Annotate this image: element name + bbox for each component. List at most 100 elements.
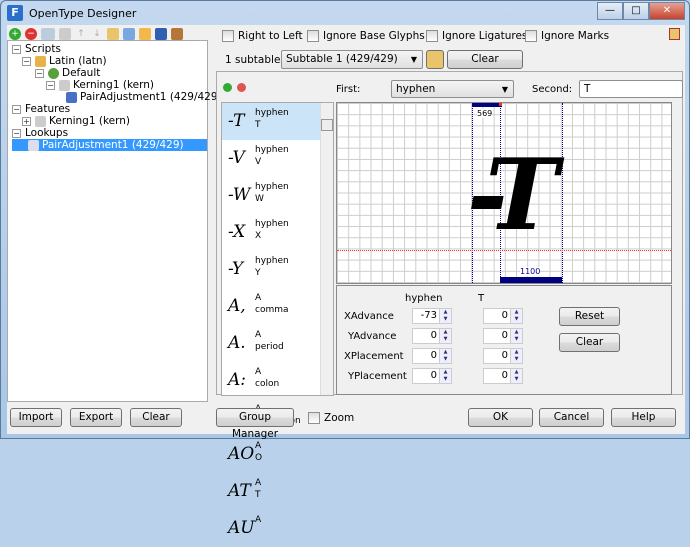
pair-glyph-preview: AU: [228, 518, 255, 538]
second-value-spinner[interactable]: 0 ▲ ▼: [483, 328, 523, 344]
reset-button[interactable]: Reset: [559, 307, 620, 326]
properties-icon[interactable]: [59, 28, 71, 40]
pair-glyph-names: A: [255, 515, 262, 525]
pair-glyph-preview: AT: [228, 481, 251, 501]
tree-features[interactable]: − Features: [12, 103, 70, 115]
second-width-label: 1100: [520, 267, 541, 276]
window: F OpenType Designer — □ ✕ + − ↑ ↓ − Scrip…: [0, 0, 690, 538]
second-value-spinner[interactable]: 0 ▲ ▼: [483, 348, 523, 364]
subtable-clipboard-button[interactable]: [426, 50, 444, 69]
pair-list-item[interactable]: -V hyphen V: [222, 140, 322, 177]
pair-editor: First: hyphen ▼ Second: T -T hyphen T -V hyph…: [216, 71, 683, 538]
pair-glyph-names: Aperiod: [255, 330, 284, 352]
pair-glyph-names: AO: [255, 441, 263, 463]
value-row-label: YAdvance: [348, 331, 397, 342]
window-title: OpenType Designer: [29, 7, 137, 20]
ignore-marks-checkbox[interactable]: Ignore Marks: [525, 30, 609, 42]
group-manager-button[interactable]: Group Manager: [216, 408, 294, 440]
second-value-spinner[interactable]: 0 ▲ ▼: [483, 308, 523, 324]
pair-glyph-preview: A:: [228, 370, 247, 390]
remove-icon[interactable]: −: [25, 28, 37, 40]
pair-list-item[interactable]: -Y hyphen Y: [222, 251, 322, 288]
script-icon: [35, 55, 46, 67]
pair-list-item[interactable]: A, Acomma: [222, 288, 322, 325]
spin-arrows-icon: ▲ ▼: [439, 369, 451, 383]
pair-list-item[interactable]: A. Aperiod: [222, 325, 322, 362]
client-area: + − ↑ ↓ − Scripts − Latin (latn) − Default …: [7, 25, 685, 538]
add-pair-icon[interactable]: [223, 83, 232, 92]
tree-lookups[interactable]: − Lookups: [12, 127, 68, 139]
toolbar: + − ↑ ↓: [9, 27, 183, 41]
tree-latin[interactable]: − Latin (latn): [22, 55, 107, 67]
brush-icon[interactable]: [171, 28, 183, 40]
pair-list[interactable]: -T hyphen T -V hyphen V -W hyphen W -X hyphen X -Y hy…: [221, 102, 334, 538]
tree-default[interactable]: − Default: [35, 67, 100, 79]
pair-glyph-preview: A,: [228, 296, 246, 316]
width-handle[interactable]: [499, 103, 502, 106]
first-value-spinner[interactable]: 0 ▲ ▼: [412, 368, 452, 384]
pair-list-item[interactable]: AU A: [222, 510, 322, 547]
clipboard-icon[interactable]: [669, 28, 680, 40]
pair-list-item[interactable]: -T hyphen T: [222, 103, 322, 140]
spin-arrows-icon: ▲ ▼: [510, 349, 522, 363]
tree-icon[interactable]: [139, 28, 151, 40]
subtable-select[interactable]: Subtable 1 (429/429) ▼: [281, 50, 423, 69]
maximize-button[interactable]: □: [623, 2, 649, 20]
arrow-up-icon[interactable]: ↑: [75, 28, 87, 40]
ignore-base-glyphs-checkbox[interactable]: Ignore Base Glyphs: [307, 30, 425, 42]
pair-glyph-names: hyphen Y: [255, 256, 289, 278]
first-value-spinner[interactable]: 0 ▲ ▼: [412, 348, 452, 364]
feature-icon: [35, 115, 46, 127]
pair-list-item[interactable]: A: Acolon: [222, 362, 322, 399]
ok-button[interactable]: OK: [468, 408, 533, 427]
export-button[interactable]: Export: [70, 408, 122, 427]
second-value-spinner[interactable]: 0 ▲ ▼: [483, 368, 523, 384]
tree-pair-lookup[interactable]: PairAdjustment1 (429/429): [12, 139, 207, 151]
pair-list-item[interactable]: AT A T: [222, 473, 322, 510]
app-icon: F: [7, 5, 23, 21]
edit-icon[interactable]: [107, 28, 119, 40]
help-button[interactable]: Help: [611, 408, 676, 427]
ignore-ligatures-checkbox[interactable]: Ignore Ligatures: [426, 30, 527, 42]
first-value-spinner[interactable]: 0 ▲ ▼: [412, 328, 452, 344]
pair-list-item[interactable]: -X hyphen X: [222, 214, 322, 251]
arrow-down-icon[interactable]: ↓: [91, 28, 103, 40]
close-button[interactable]: ✕: [649, 2, 685, 20]
import-button[interactable]: Import: [10, 408, 62, 427]
glyph-pair-render: -T: [467, 138, 558, 253]
zoom-checkbox[interactable]: Zoom: [308, 412, 354, 424]
value-row-label: YPlacement: [348, 371, 407, 382]
first-value-spinner[interactable]: -73 ▲ ▼: [412, 308, 452, 324]
lookup-tree[interactable]: − Scripts − Latin (latn) − Default − Kerning…: [7, 40, 222, 402]
tree-kerning-script[interactable]: − Kerning1 (kern): [46, 79, 154, 91]
cancel-button[interactable]: Cancel: [539, 408, 604, 427]
pair-glyph-names: hyphen V: [255, 145, 289, 167]
pair-glyph-preview: A.: [228, 333, 246, 353]
feature-icon: [59, 79, 70, 91]
rename-icon[interactable]: [41, 28, 55, 40]
pair-list-item[interactable]: -W hyphen W: [222, 177, 322, 214]
value-row-label: XPlacement: [344, 351, 404, 362]
clear-values-button[interactable]: Clear: [559, 333, 620, 352]
add-icon[interactable]: +: [9, 28, 21, 40]
tree-pair-script[interactable]: PairAdjustment1 (429/429): [66, 91, 222, 103]
second-column-header: T: [478, 293, 485, 304]
clear-button[interactable]: Clear: [130, 408, 182, 427]
right-to-left-checkbox[interactable]: Right to Left: [222, 30, 303, 42]
spin-arrows-icon: ▲ ▼: [510, 309, 522, 323]
list-scrollbar[interactable]: [320, 103, 333, 395]
second-glyph-input[interactable]: T: [579, 80, 683, 98]
tree-scripts[interactable]: − Scripts: [12, 43, 61, 55]
spin-arrows-icon: ▲ ▼: [439, 309, 451, 323]
remove-pair-icon[interactable]: [237, 83, 246, 92]
table-icon[interactable]: [155, 28, 167, 40]
tree-kerning-feature[interactable]: + Kerning1 (kern): [22, 115, 130, 127]
wand-icon[interactable]: [123, 28, 135, 40]
pair-glyph-preview: -W: [228, 185, 251, 205]
glyph-preview: 569 1100 -T: [336, 102, 672, 284]
second-width-bar: [500, 277, 562, 283]
clear-subtable-button[interactable]: Clear Subtable: [447, 50, 523, 82]
pair-glyph-preview: AO: [228, 444, 255, 464]
minimize-button[interactable]: —: [597, 2, 623, 20]
first-glyph-select[interactable]: hyphen ▼: [391, 80, 514, 98]
